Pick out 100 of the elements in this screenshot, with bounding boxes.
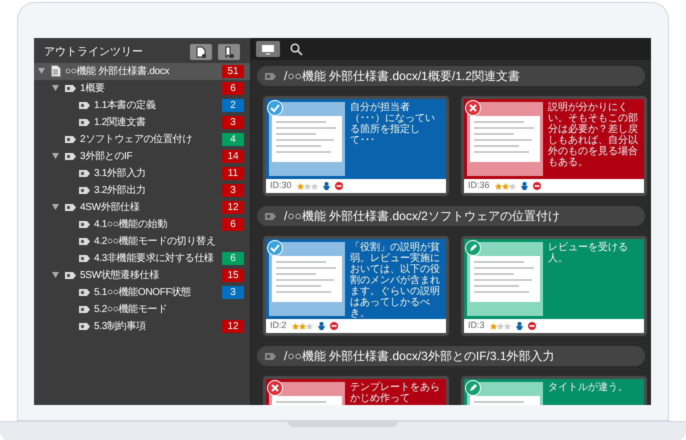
tree-item[interactable]: ○○機能 外部仕様書.docx 51 (34, 62, 250, 80)
section-header[interactable]: /○○機能 外部仕様書.docx/1概要/1.2関連文書 (257, 66, 645, 86)
tree-item[interactable]: 4.3非機能要求に対する仕様 6 (34, 250, 250, 266)
tree-item[interactable]: 5.1○○機能ONOFF状態 3 (34, 284, 250, 300)
tree-item[interactable]: 1.2関連文書 3 (34, 114, 250, 130)
tree-label: 4SW外部仕様 (80, 200, 141, 214)
document-icon (51, 65, 61, 77)
tree-item[interactable]: 4.1○○機能の始動 6 (34, 216, 250, 232)
count-badge: 6 (222, 82, 244, 94)
no-entry-icon (334, 182, 343, 190)
section-header[interactable]: /○○機能 外部仕様書.docx/2ソフトウェアの位置付け (257, 206, 645, 226)
collapse-icon[interactable] (52, 153, 59, 159)
person-icon (520, 182, 528, 190)
count-badge: 51 (222, 64, 244, 78)
review-card[interactable]: 説明が分かりにくい。そもそもこの部分は必要か？差し戻しもあれば、自分以外のものを見る場合もある。 ID:36 (461, 96, 647, 196)
review-card[interactable]: レビューを受ける人。 ID:3 (461, 236, 647, 336)
count-badge: 2 (222, 98, 244, 112)
review-id: ID:3 (468, 319, 485, 332)
review-card[interactable]: 「役割」の説明が貧弱。レビュー実施においては、以下の役割のメンバが含まれます。ぐらいの説明はあってしかるべき。 ID:2 (263, 236, 449, 336)
tag-icon (79, 118, 90, 126)
tag-icon (79, 220, 90, 228)
section-path: /○○機能 外部仕様書.docx/2ソフトウェアの位置付け (284, 208, 560, 225)
pencil-icon (465, 380, 481, 396)
review-comment: 説明が分かりにくい。そもそもこの部分は必要か？差し戻しもあれば、自分以外のものを見る場合もある。 (548, 102, 639, 170)
tag-icon (65, 136, 76, 142)
add-document-button[interactable] (190, 44, 212, 60)
tree-item[interactable]: 4.2○○機能モードの切り替え (34, 232, 250, 250)
section-path: /○○機能 外部仕様書.docx/1概要/1.2関連文書 (284, 68, 520, 85)
tag-icon (79, 288, 90, 296)
no-entry-icon (528, 322, 536, 330)
review-card[interactable]: タイトルが違う。 (461, 376, 647, 405)
person-icon (322, 182, 330, 190)
tree-label: 4.2○○機能モードの切り替え (94, 234, 216, 248)
tree-item[interactable]: 5SW状態遷移仕様 15 (34, 266, 250, 284)
search-icon[interactable] (290, 42, 303, 56)
review-comment: テンプレートをあらかじめ作って (350, 382, 441, 405)
tree-label: 5.2○○機能モード (94, 302, 168, 316)
tag-icon (79, 186, 90, 194)
tree-label: ○○機能 外部仕様書.docx (65, 64, 170, 78)
review-comment: 自分が担当者（･･･）になっている箇所を指定して･･･ (350, 102, 436, 148)
review-card[interactable]: 自分が担当者（･･･）になっている箇所を指定して･･･ ID:30 (263, 96, 449, 196)
tag-icon (265, 212, 276, 220)
tag-icon (65, 204, 76, 210)
tree-item[interactable]: 2ソフトウェアの位置付け 4 (34, 130, 250, 148)
tag-icon (79, 102, 90, 108)
tree-label: 1.1本書の定義 (94, 98, 157, 112)
review-comment: タイトルが違う。 (548, 382, 629, 395)
collapse-icon[interactable] (38, 68, 45, 74)
count-badge: 6 (222, 218, 244, 230)
tag-add-icon (224, 46, 234, 58)
tree-label: 5.3制約事項 (94, 320, 147, 334)
count-badge: 12 (222, 320, 244, 332)
cross-icon (267, 380, 283, 396)
tree-label: 4.1○○機能の始動 (94, 218, 168, 232)
tree-item[interactable]: 3.2外部出力 3 (34, 182, 250, 198)
tree-item[interactable]: 3.1外部入力 11 (34, 164, 250, 182)
tree-label: 3外部とのIF (80, 150, 134, 164)
count-badge: 3 (222, 184, 244, 196)
count-badge: 14 (222, 150, 244, 162)
tree-item[interactable]: 5.2○○機能モード (34, 300, 250, 318)
tag-icon (265, 352, 276, 360)
review-comment: レビューを受ける人。 (548, 242, 629, 266)
count-badge: 4 (222, 132, 244, 146)
collapse-icon[interactable] (52, 272, 59, 278)
review-comment: 「役割」の説明が貧弱。レビュー実施においては、以下の役割のメンバが含まれます。ぐらいの説明はあってしかるべき。 (350, 242, 441, 316)
document-add-icon (196, 46, 206, 58)
tag-icon (79, 238, 90, 244)
tree-item[interactable]: 5.3制約事項 12 (34, 318, 250, 334)
check-icon (267, 100, 283, 116)
tree-item[interactable]: 4SW外部仕様 12 (34, 198, 250, 216)
count-badge: 3 (222, 286, 244, 298)
tree-item[interactable]: 1概要 6 (34, 80, 250, 96)
add-tag-button[interactable] (218, 44, 240, 60)
monitor-icon (261, 44, 275, 54)
cross-icon (465, 100, 481, 116)
no-entry-icon (532, 182, 541, 190)
tag-icon (79, 322, 90, 330)
tree-item[interactable]: 3外部とのIF 14 (34, 148, 250, 164)
collapse-icon[interactable] (52, 85, 59, 91)
tree-label: 5SW状態遷移仕様 (80, 268, 160, 282)
review-card[interactable]: テンプレートをあらかじめ作って (263, 376, 449, 405)
count-badge: 3 (222, 116, 244, 128)
section-header[interactable]: /○○機能 外部仕様書.docx/3外部とのIF/3.1外部入力 (257, 346, 645, 366)
tree-label: 2ソフトウェアの位置付け (80, 132, 193, 146)
tree-label: 3.1外部入力 (94, 166, 147, 180)
tree-label: 4.3非機能要求に対する仕様 (94, 252, 215, 266)
tag-icon (65, 152, 76, 160)
display-button[interactable] (256, 41, 280, 57)
count-badge: 15 (222, 268, 244, 282)
collapse-icon[interactable] (52, 204, 59, 210)
pencil-icon (465, 240, 481, 256)
count-badge: 12 (222, 200, 244, 214)
tree-item[interactable]: 1.1本書の定義 2 (34, 96, 250, 114)
tree-label: 3.2外部出力 (94, 184, 147, 198)
tree-label: 5.1○○機能ONOFF状態 (94, 286, 192, 300)
check-icon (267, 240, 283, 256)
tag-icon (65, 84, 76, 92)
section-path: /○○機能 外部仕様書.docx/3外部とのIF/3.1外部入力 (284, 348, 555, 365)
person-icon (318, 322, 325, 330)
tag-icon (79, 170, 90, 176)
